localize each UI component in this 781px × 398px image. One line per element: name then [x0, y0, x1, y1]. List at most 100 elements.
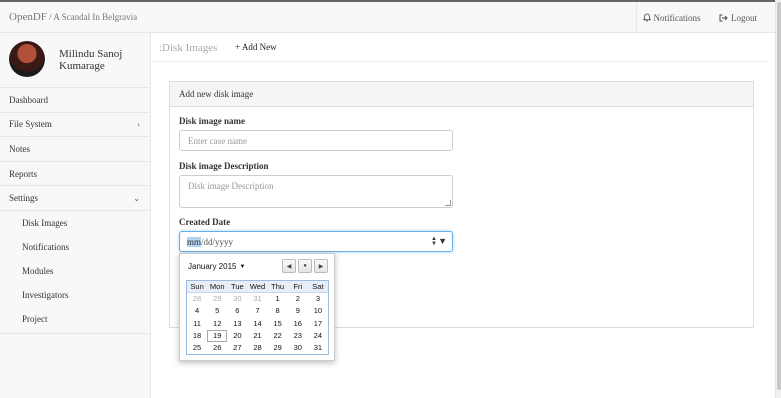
sidebar-item-label: File System	[9, 119, 52, 130]
calendar-day[interactable]: 29	[268, 342, 288, 354]
brand[interactable]: OpenDF / A Scandal In Belgravia	[9, 11, 137, 23]
calendar-day[interactable]: 29	[207, 293, 227, 305]
weekday-header-row: Sun Mon Tue Wed Thu Fri Sat	[187, 281, 328, 294]
disk-image-description-textarea[interactable]: Disk image Description	[179, 175, 453, 208]
disk-image-name-input[interactable]: Enter case name	[179, 130, 453, 151]
calendar-day[interactable]: 23	[288, 330, 308, 342]
sidebar-item-file-system[interactable]: File System ‹	[0, 113, 150, 138]
calendar-day[interactable]: 16	[288, 318, 308, 330]
bell-icon	[642, 13, 651, 22]
weekday-label: Fri	[293, 282, 303, 291]
logout-button[interactable]: Logout	[706, 2, 770, 33]
sidebar-item-modules[interactable]: Modules	[0, 259, 150, 283]
calendar-day[interactable]: 22	[268, 330, 288, 342]
scrollbar-thumb[interactable]	[777, 2, 781, 390]
calendar-nav: ◀ ● ▶	[280, 259, 328, 273]
calendar-day[interactable]: 26	[207, 342, 227, 354]
user-name: Milindu Sanoj Kumarage	[59, 48, 123, 72]
calendar-day[interactable]: 4	[187, 305, 207, 317]
date-picker-popup: January 2015 ▼ ◀ ● ▶ Sun Mon Tue Wed Thu Fri S…	[179, 253, 335, 361]
sidebar-item-notes[interactable]: Notes	[0, 137, 150, 162]
chevron-down-icon: ⌄	[133, 193, 140, 203]
date-spinner-icon[interactable]: ▲ ▼	[431, 236, 437, 247]
calendar-day[interactable]: 15	[268, 318, 288, 330]
calendar-day[interactable]: 18	[187, 330, 207, 342]
calendar-day[interactable]: 9	[288, 305, 308, 317]
weekday-label: Sun	[190, 282, 204, 291]
user-profile: Milindu Sanoj Kumarage	[0, 33, 150, 88]
month-label: January 2015	[188, 262, 237, 271]
notifications-label: Notifications	[653, 12, 701, 23]
calendar-day[interactable]: 24	[308, 330, 328, 342]
sidebar-item-investigators[interactable]: Investigators	[0, 283, 150, 307]
calendar-day[interactable]: 28	[187, 293, 207, 305]
calendar-week-row: 4 5 6 7 8 9 10	[187, 305, 328, 317]
sidebar-item-label: Notes	[9, 143, 30, 154]
created-date-input[interactable]: mm/dd/yyyy ▲ ▼ ▼	[179, 231, 453, 252]
page-title: :Disk Images	[159, 42, 218, 54]
calendar-day[interactable]: 6	[227, 305, 247, 317]
calendar-day[interactable]: 8	[268, 305, 288, 317]
prev-month-button[interactable]: ◀	[282, 259, 296, 273]
sidebar-item-project[interactable]: Project	[0, 307, 150, 331]
calendar-grid: Sun Mon Tue Wed Thu Fri Sat 28 29 30 31 1 2 3 4 5 6 7 8 9 10…	[186, 280, 329, 356]
sidebar-item-reports[interactable]: Reports	[0, 162, 150, 187]
disk-image-description-label: Disk image Description	[179, 161, 269, 171]
calendar-day[interactable]: 7	[247, 305, 267, 317]
calendar-day[interactable]: 11	[187, 318, 207, 330]
calendar-week-row: 11 12 13 14 15 16 17	[187, 318, 328, 330]
resize-handle-icon[interactable]	[445, 200, 451, 206]
calendar-day[interactable]: 12	[207, 318, 227, 330]
calendar-day[interactable]: 28	[247, 342, 267, 354]
weekday-label: Thu	[271, 282, 285, 291]
sidebar-item-label: Reports	[9, 168, 37, 179]
sidebar-item-notifications[interactable]: Notifications	[0, 235, 150, 259]
calendar-day[interactable]: 21	[247, 330, 267, 342]
today-button[interactable]: ●	[298, 259, 312, 273]
created-date-label: Created Date	[179, 217, 231, 227]
sidebar-item-settings[interactable]: Settings ⌄	[0, 186, 150, 211]
sidebar-item-label: Settings	[9, 193, 39, 204]
notifications-button[interactable]: Notifications	[636, 2, 706, 33]
page-scrollbar[interactable]	[775, 0, 781, 398]
date-rest-segment[interactable]: /dd/yyyy	[201, 237, 233, 247]
page-header: :Disk Images + Add New	[152, 33, 769, 62]
chevron-left-icon: ‹	[137, 119, 140, 129]
brand-name: OpenDF	[9, 11, 47, 23]
date-month-segment[interactable]: mm	[187, 236, 202, 247]
calendar-day[interactable]: 31	[247, 293, 267, 305]
calendar-day[interactable]: 1	[268, 293, 288, 305]
disk-image-name-label: Disk image name	[179, 116, 245, 126]
calendar-day[interactable]: 30	[288, 342, 308, 354]
weekday-label: Sat	[312, 282, 324, 291]
avatar	[9, 41, 45, 77]
description-placeholder: Disk image Description	[188, 181, 274, 191]
calendar-day[interactable]: 27	[227, 342, 247, 354]
calendar-day[interactable]: 14	[247, 318, 267, 330]
sidebar-item-dashboard[interactable]: Dashboard	[0, 88, 150, 113]
add-new-button[interactable]: + Add New	[235, 42, 277, 52]
calendar-day[interactable]: 25	[187, 342, 207, 354]
weekday-label: Mon	[209, 282, 225, 291]
calendar-day[interactable]: 19	[207, 329, 228, 342]
calendar-day[interactable]: 2	[288, 293, 308, 305]
calendar-day[interactable]: 17	[308, 318, 328, 330]
calendar-day[interactable]: 30	[227, 293, 247, 305]
calendar-day[interactable]: 13	[227, 318, 247, 330]
calendar-day[interactable]: 10	[308, 305, 328, 317]
sidebar-item-label: Dashboard	[9, 94, 48, 105]
case-name: A Scandal In Belgravia	[53, 12, 138, 22]
sidebar-item-disk-images[interactable]: Disk Images	[0, 211, 150, 235]
logout-icon	[719, 14, 728, 22]
date-dropdown-arrow-icon[interactable]: ▼	[438, 236, 447, 246]
calendar-day[interactable]: 31	[308, 342, 328, 354]
month-select[interactable]: January 2015 ▼	[188, 262, 245, 271]
calendar-day[interactable]: 20	[227, 330, 247, 342]
calendar-week-row: 25 26 27 28 29 30 31	[187, 342, 328, 354]
calendar-week-row: 18 19 20 21 22 23 24	[187, 329, 328, 342]
next-month-button[interactable]: ▶	[314, 259, 328, 273]
calendar-day[interactable]: 5	[207, 305, 227, 317]
calendar-day[interactable]: 3	[308, 293, 328, 305]
top-navbar: OpenDF / A Scandal In Belgravia Notifica…	[0, 0, 775, 33]
caret-down-icon: ▼	[239, 263, 246, 270]
